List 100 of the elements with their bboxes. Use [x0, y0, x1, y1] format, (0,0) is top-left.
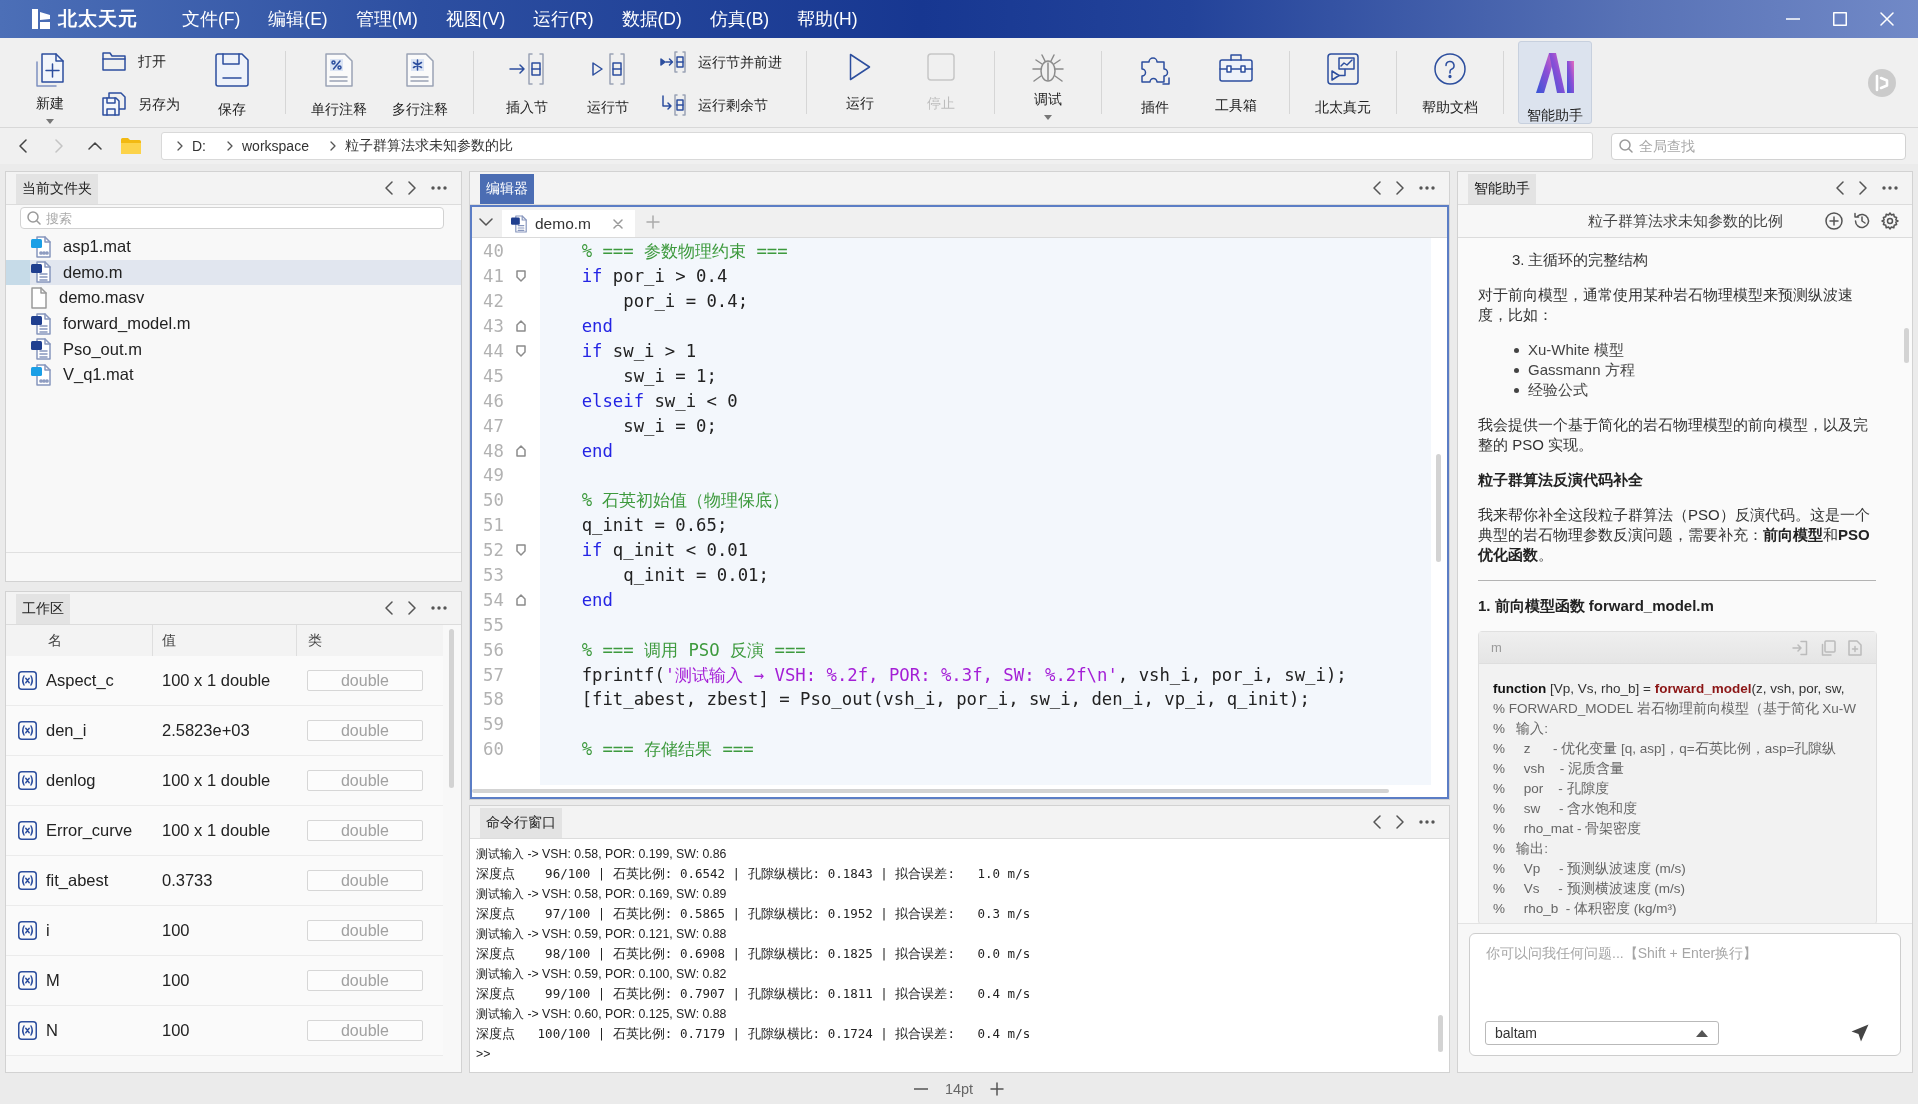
- file-item[interactable]: Pso_out.m: [6, 336, 461, 362]
- model-select[interactable]: baltam: [1485, 1021, 1719, 1045]
- more-icon[interactable]: [1882, 186, 1898, 190]
- run-section-button[interactable]: 运行节: [569, 41, 647, 124]
- menu-item[interactable]: 管理(M): [341, 7, 432, 31]
- chevron-right-icon[interactable]: [1859, 181, 1867, 195]
- file-item[interactable]: demo.m: [6, 259, 461, 286]
- menu-item[interactable]: 帮助(H): [783, 7, 872, 31]
- assistant-button[interactable]: 智能助手: [1518, 41, 1592, 124]
- app-button[interactable]: 北太真元: [1304, 41, 1382, 124]
- open-button[interactable]: 打开: [102, 51, 180, 71]
- up-icon[interactable]: [88, 142, 102, 150]
- fold-end-icon[interactable]: [516, 444, 526, 457]
- toolbox-button[interactable]: 工具箱: [1197, 41, 1275, 124]
- plus-icon[interactable]: [990, 1082, 1005, 1096]
- run-button[interactable]: 运行: [821, 41, 899, 124]
- code-line: function [Vp, Vs, rho_b] = forward_model(z, vsh, por, sw,: [1493, 680, 1845, 698]
- breadcrumb-link[interactable]: workspace: [242, 138, 309, 154]
- editor-tab[interactable]: demo.m: [502, 210, 635, 237]
- search-field[interactable]: 搜索: [20, 207, 444, 229]
- menu-item[interactable]: 数据(D): [607, 7, 696, 31]
- menu-item[interactable]: 视图(V): [431, 7, 520, 31]
- line-number: 43: [483, 316, 504, 337]
- settings-icon[interactable]: [1881, 212, 1899, 230]
- minus-icon[interactable]: [913, 1088, 928, 1090]
- more-icon[interactable]: [1419, 820, 1435, 824]
- menu-item[interactable]: 仿真(B): [695, 7, 784, 31]
- debug-button[interactable]: 调试: [1009, 41, 1087, 124]
- chevron-left-icon[interactable]: [1373, 181, 1381, 195]
- chevron-right-icon[interactable]: [1396, 815, 1404, 829]
- code-line: % rho_b - 体积密度 (kg/m³): [1493, 900, 1677, 918]
- code-line: if q_init < 0.01: [581, 540, 749, 561]
- scrollbar-thumb[interactable]: [1904, 328, 1909, 363]
- fold-end-icon[interactable]: [516, 593, 526, 606]
- list-item: Gassmann 方程: [1528, 360, 1635, 380]
- plus-circle-icon[interactable]: [1825, 212, 1843, 230]
- fold-end-icon[interactable]: [516, 320, 526, 333]
- insert-section-button[interactable]: 插入节: [488, 41, 566, 124]
- scrollbar-thumb[interactable]: [1438, 1015, 1443, 1052]
- history-icon[interactable]: [1853, 212, 1871, 230]
- fold-start-icon[interactable]: [516, 544, 526, 557]
- chevron-left-icon[interactable]: [385, 601, 393, 615]
- file-item[interactable]: V_q1.mat: [6, 361, 461, 388]
- save-button[interactable]: 保存: [193, 41, 271, 124]
- run-remaining-button[interactable]: 运行剩余节: [660, 94, 782, 116]
- file-item[interactable]: asp1.mat: [6, 234, 461, 260]
- line-comment-button[interactable]: 单行注释: [300, 41, 378, 124]
- send-icon[interactable]: [1851, 1024, 1869, 1042]
- menu-item[interactable]: 运行(R): [519, 7, 608, 31]
- list-number: 3.: [1512, 250, 1525, 270]
- play-icon: [849, 53, 871, 81]
- breadcrumb-link[interactable]: D:: [192, 138, 206, 154]
- block-comment-button[interactable]: 多行注释: [381, 41, 459, 124]
- round-logo-icon: [1868, 68, 1896, 97]
- class-field: double: [307, 670, 423, 691]
- chevron-down-icon[interactable]: [479, 218, 493, 226]
- fold-start-icon[interactable]: [516, 270, 526, 283]
- chevron-left-icon[interactable]: [385, 181, 393, 195]
- panel-tab[interactable]: 工作区: [16, 594, 70, 624]
- save-as-button[interactable]: 另存为: [102, 92, 180, 116]
- line-number: 48: [483, 440, 504, 461]
- section-heading: 粒子群算法反演代码补全: [1478, 470, 1644, 490]
- file-item[interactable]: demo.masv: [6, 285, 461, 311]
- maximize-icon[interactable]: [1832, 12, 1847, 26]
- breadcrumb-link[interactable]: 粒子群算法求未知参数的比: [344, 137, 513, 155]
- scrollbar-thumb[interactable]: [472, 789, 1389, 793]
- fold-start-icon[interactable]: [516, 345, 526, 357]
- run-and-advance-button[interactable]: 运行节并前进: [660, 51, 782, 73]
- scrollbar-thumb[interactable]: [449, 629, 454, 788]
- code-line: [fit_abest, zbest] = Pso_out(vsh_i, por_i, sw_i, den_i, vp_i, q_init);: [581, 689, 1310, 710]
- chevron-right-icon[interactable]: [408, 601, 416, 615]
- menu-item[interactable]: 编辑(E): [254, 7, 342, 31]
- close-icon[interactable]: [613, 218, 623, 229]
- chevron-right-icon[interactable]: [1396, 181, 1404, 195]
- plugins-button[interactable]: 插件: [1116, 41, 1194, 124]
- more-icon[interactable]: [1419, 186, 1435, 190]
- more-icon[interactable]: [431, 606, 447, 610]
- panel-tab[interactable]: 编辑器: [480, 174, 534, 204]
- line-number: 60: [483, 739, 504, 760]
- file-item[interactable]: forward_model.m: [6, 310, 461, 337]
- search-field[interactable]: 全局查找: [1611, 132, 1906, 160]
- chevron-left-icon[interactable]: [1836, 181, 1844, 195]
- code-line: % FORWARD_MODEL 岩石物理前向模型（基于简化 Xu-W: [1493, 700, 1857, 718]
- code-line: end: [581, 316, 613, 337]
- chevron-left-icon[interactable]: [1373, 815, 1381, 829]
- column-header: 值: [162, 631, 176, 650]
- scrollbar-thumb[interactable]: [1436, 454, 1441, 562]
- chevron-right-icon[interactable]: [408, 181, 416, 195]
- panel-tab[interactable]: 智能助手: [1468, 174, 1536, 204]
- more-icon[interactable]: [431, 186, 447, 190]
- help-docs-button[interactable]: 帮助文档: [1411, 41, 1489, 124]
- panel-tab[interactable]: 命令行窗口: [480, 808, 562, 838]
- back-icon[interactable]: [19, 139, 27, 153]
- bracketed-x-icon: [18, 721, 37, 740]
- variable-value: 100: [162, 971, 190, 989]
- minimize-icon[interactable]: [1785, 18, 1800, 20]
- menu-item[interactable]: 文件(F): [168, 7, 255, 31]
- path-field[interactable]: D: workspace 粒子群算法求未知参数的比: [161, 132, 1593, 160]
- panel-tab[interactable]: 当前文件夹: [16, 174, 98, 204]
- new-button[interactable]: 新建: [11, 41, 89, 124]
